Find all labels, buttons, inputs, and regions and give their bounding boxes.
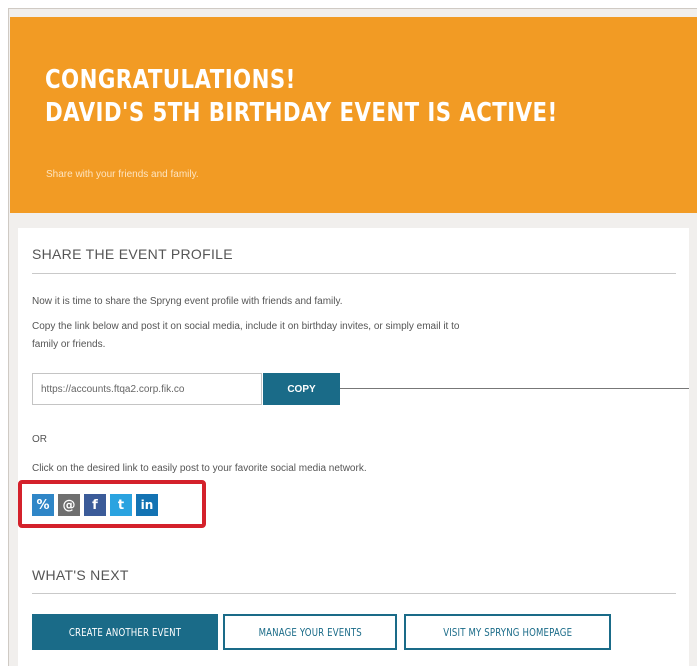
banner-title-line2: DAVID'S 5TH BIRTHDAY EVENT IS ACTIVE!: [45, 98, 558, 128]
email-icon[interactable]: @: [58, 494, 80, 516]
linkedin-icon[interactable]: in: [136, 494, 158, 516]
facebook-icon[interactable]: f: [84, 494, 106, 516]
social-share-icons: % @ f t in: [32, 494, 158, 516]
whats-next-heading: WHAT'S NEXT: [32, 567, 129, 583]
share-card: SHARE THE EVENT PROFILE Now it is time t…: [18, 228, 689, 666]
share-instructions-line2: family or friends.: [32, 339, 106, 350]
visit-homepage-label: VISIT MY SPRYNG HOMEPAGE: [443, 625, 572, 639]
social-prompt-text: Click on the desired link to easily post…: [32, 463, 367, 474]
create-another-event-button[interactable]: CREATE ANOTHER EVENT: [32, 614, 218, 650]
callout-line: [340, 388, 689, 389]
create-another-event-label: CREATE ANOTHER EVENT: [68, 625, 182, 639]
event-link-input[interactable]: [32, 373, 262, 405]
manage-your-events-label: MANAGE YOUR EVENTS: [258, 625, 362, 639]
whats-next-divider: [32, 593, 676, 594]
congratulations-banner: CONGRATULATIONS! DAVID'S 5TH BIRTHDAY EV…: [10, 17, 697, 213]
banner-title-line1: CONGRATULATIONS!: [45, 65, 296, 95]
visit-homepage-button[interactable]: VISIT MY SPRYNG HOMEPAGE: [404, 614, 611, 650]
manage-your-events-button[interactable]: MANAGE YOUR EVENTS: [223, 614, 397, 650]
link-icon[interactable]: %: [32, 494, 54, 516]
banner-subtitle: Share with your friends and family.: [46, 169, 199, 180]
twitter-icon[interactable]: t: [110, 494, 132, 516]
share-section-heading: SHARE THE EVENT PROFILE: [32, 246, 233, 262]
copy-button[interactable]: COPY: [263, 373, 340, 405]
share-intro-text: Now it is time to share the Spryng event…: [32, 296, 343, 307]
banner-title: CONGRATULATIONS! DAVID'S 5TH BIRTHDAY EV…: [45, 64, 558, 130]
or-separator: OR: [32, 434, 47, 445]
share-heading-divider: [32, 273, 676, 274]
share-instructions-line1: Copy the link below and post it on socia…: [32, 321, 460, 332]
